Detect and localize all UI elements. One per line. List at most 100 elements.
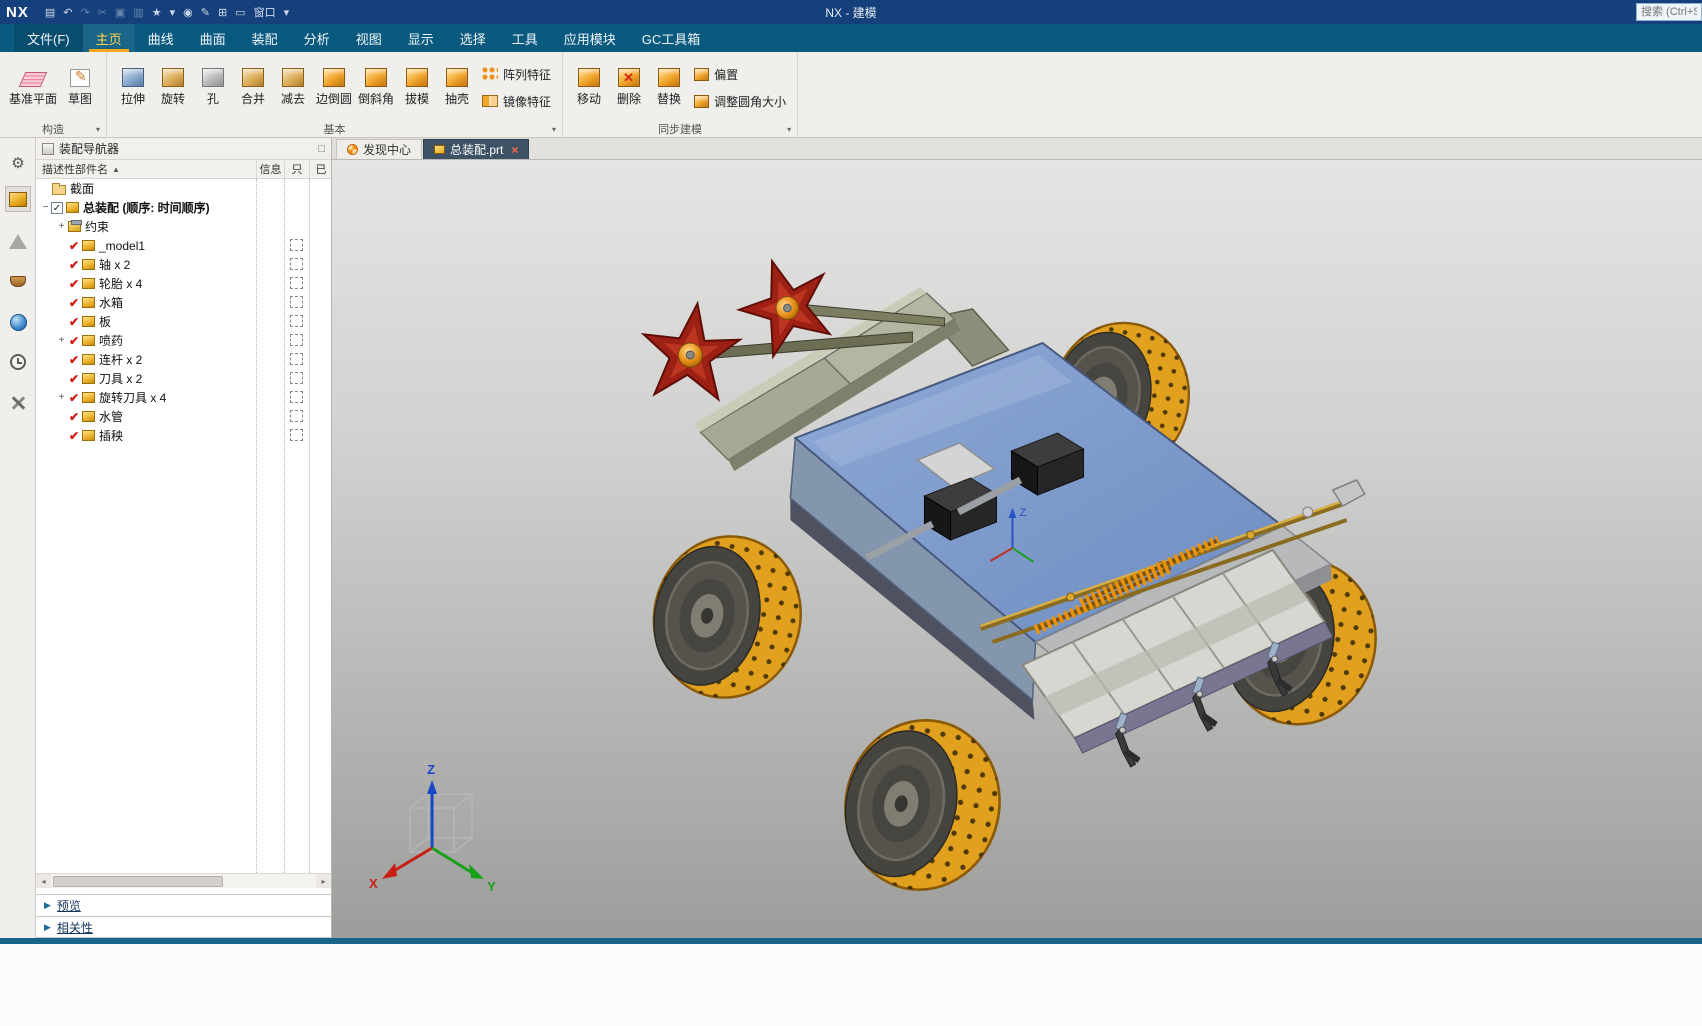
tree-item-model1[interactable]: ✔ _model1 [36, 236, 331, 255]
history-icon[interactable] [5, 349, 31, 375]
expander-icon[interactable]: + [56, 335, 67, 346]
menu-tab-assemblies[interactable]: 装配 [239, 24, 291, 52]
ribbon-group-more-icon-construction[interactable]: ▾ [96, 125, 100, 134]
tree-item-section[interactable]: 截面 [36, 179, 331, 198]
column-info[interactable]: 信息 [256, 160, 284, 178]
reference-set-checkbox[interactable] [290, 239, 303, 251]
tree-item-link-rod[interactable]: ✔ 连杆 x 2 [36, 350, 331, 369]
reference-set-checkbox[interactable] [290, 429, 303, 441]
reference-set-checkbox[interactable] [290, 277, 303, 289]
copy-icon[interactable]: ▣ [115, 6, 125, 19]
reference-set-checkbox[interactable] [290, 315, 303, 327]
scroll-left-icon[interactable]: ◂ [36, 874, 51, 888]
close-tab-icon[interactable]: × [511, 143, 518, 157]
menu-tab-selection[interactable]: 选择 [447, 24, 499, 52]
menu-tab-render[interactable]: 显示 [395, 24, 447, 52]
pattern-feature-button[interactable]: 阵列特征 [482, 66, 551, 83]
tree-item-spray[interactable]: + ✔ 喷药 [36, 331, 331, 350]
command-search-input[interactable] [1636, 3, 1702, 21]
reuse-library-icon[interactable] [5, 268, 31, 294]
scroll-right-icon[interactable]: ▸ [316, 874, 331, 888]
window-menu-label[interactable]: 窗口 [254, 4, 276, 20]
mirror-feature-button[interactable]: 镜像特征 [482, 93, 551, 110]
extrude-button[interactable]: 拉伸 [113, 65, 153, 110]
menu-tab-view[interactable]: 视图 [343, 24, 395, 52]
shell-button[interactable]: 抽壳 [437, 65, 477, 110]
pen-icon[interactable]: ✎ [201, 6, 210, 19]
reference-set-checkbox[interactable] [290, 353, 303, 365]
hole-button[interactable]: 孔 [193, 65, 233, 110]
reference-set-checkbox[interactable] [290, 334, 303, 346]
tree-item-water-tank[interactable]: ✔ 水箱 [36, 293, 331, 312]
offset-region-button[interactable]: 偏置 [694, 66, 786, 83]
viewport-tab-total-assembly-prt[interactable]: 总装配.prt × [423, 139, 530, 159]
window-icon[interactable]: ▭ [235, 6, 245, 19]
cut-icon[interactable]: ✂ [98, 6, 107, 19]
expander-icon[interactable]: + [56, 221, 67, 232]
replace-face-button[interactable]: 替换 [649, 65, 689, 110]
assembly-navigator-icon[interactable] [5, 186, 31, 212]
menu-tab-surface[interactable]: 曲面 [187, 24, 239, 52]
revolve-button[interactable]: 旋转 [153, 65, 193, 110]
reference-set-checkbox[interactable] [290, 410, 303, 422]
machine-model[interactable]: Z [634, 246, 1393, 906]
constraint-navigator-icon[interactable] [5, 228, 31, 254]
draft-button[interactable]: 拔模 [397, 65, 437, 110]
window-menu-arrow-icon[interactable]: ▾ [284, 6, 290, 19]
reference-set-checkbox[interactable] [290, 258, 303, 270]
delete-face-button[interactable]: 删除 [609, 65, 649, 110]
edge-blend-button[interactable]: 边倒圆 [313, 65, 355, 110]
expander-icon[interactable]: + [56, 392, 67, 403]
save-icon[interactable]: ▤ [45, 6, 55, 19]
tree-item-rotary-cutter[interactable]: + ✔ 旋转刀具 x 4 [36, 388, 331, 407]
move-face-button[interactable]: 移动 [569, 65, 609, 110]
microphone-icon[interactable]: ◉ [183, 6, 193, 19]
tree-item-constraints[interactable]: + 约束 [36, 217, 331, 236]
datum-plane-button[interactable]: 基准平面 [6, 66, 60, 110]
suppress-checkbox-icon[interactable]: ✓ [51, 201, 63, 214]
unite-button[interactable]: 合并 [233, 65, 273, 110]
scrollbar-thumb[interactable] [53, 876, 223, 887]
tree-item-cutter[interactable]: ✔ 刀具 x 2 [36, 369, 331, 388]
layout-grid-icon[interactable]: ⊞ [218, 6, 227, 19]
tree-item-transplanter[interactable]: ✔ 插秧 [36, 426, 331, 445]
ribbon-group-more-icon-basic[interactable]: ▾ [552, 125, 556, 134]
redo-icon[interactable]: ↷ [80, 6, 89, 19]
expander-icon[interactable]: − [40, 202, 51, 213]
subtract-button[interactable]: 减去 [273, 65, 313, 110]
section-preview[interactable]: ▶ 预览 [36, 894, 331, 916]
ribbon-group-more-icon-synchronous-modeling[interactable]: ▾ [787, 125, 791, 134]
menu-tab-gc-toolbox[interactable]: GC工具箱 [629, 24, 714, 52]
reference-set-checkbox[interactable] [290, 391, 303, 403]
menu-tab-application[interactable]: 应用模块 [551, 24, 629, 52]
reference-set-checkbox[interactable] [290, 296, 303, 308]
dropdown-arrow-icon[interactable]: ▾ [170, 6, 176, 19]
tree-item-axle[interactable]: ✔ 轴 x 2 [36, 255, 331, 274]
3d-canvas[interactable]: Z Z X Y [332, 160, 1702, 938]
chamfer-button[interactable]: 倒斜角 [355, 65, 397, 110]
star-icon[interactable]: ★ [152, 6, 162, 19]
resize-blend-button[interactable]: 调整圆角大小 [694, 93, 786, 110]
column-read-only[interactable]: 只 [284, 160, 309, 178]
menu-tab-curve[interactable]: 曲线 [135, 24, 187, 52]
paste-icon[interactable]: ▥ [133, 6, 143, 19]
reference-set-checkbox[interactable] [290, 372, 303, 384]
settings-icon[interactable]: ⚙ [5, 150, 31, 176]
undo-icon[interactable]: ↶ [63, 6, 72, 19]
tree-item-water-pipe[interactable]: ✔ 水管 [36, 407, 331, 426]
tree-item-tire[interactable]: ✔ 轮胎 x 4 [36, 274, 331, 293]
sketch-button[interactable]: 草图 [60, 66, 100, 110]
menu-tab-analysis[interactable]: 分析 [291, 24, 343, 52]
viewport-tab-discovery-center[interactable]: 发现中心 [336, 139, 423, 159]
undock-panel-icon[interactable]: □ [318, 143, 325, 155]
web-browser-icon[interactable] [5, 309, 31, 335]
menu-tab-file[interactable]: 文件(F) [14, 24, 83, 52]
section-dependencies[interactable]: ▶ 相关性 [36, 916, 331, 938]
column-descriptive-part-name[interactable]: 描述性部件名 [42, 161, 108, 177]
horizontal-scrollbar[interactable]: ◂ ▸ [36, 873, 331, 888]
tree-item-total-assembly[interactable]: − ✓ 总装配 (顺序: 时间顺序) [36, 198, 331, 217]
tree-item-plate[interactable]: ✔ 板 [36, 312, 331, 331]
menu-tab-home[interactable]: 主页 [82, 24, 135, 52]
menu-tab-tools[interactable]: 工具 [499, 24, 551, 52]
process-tools-icon[interactable] [5, 390, 31, 416]
